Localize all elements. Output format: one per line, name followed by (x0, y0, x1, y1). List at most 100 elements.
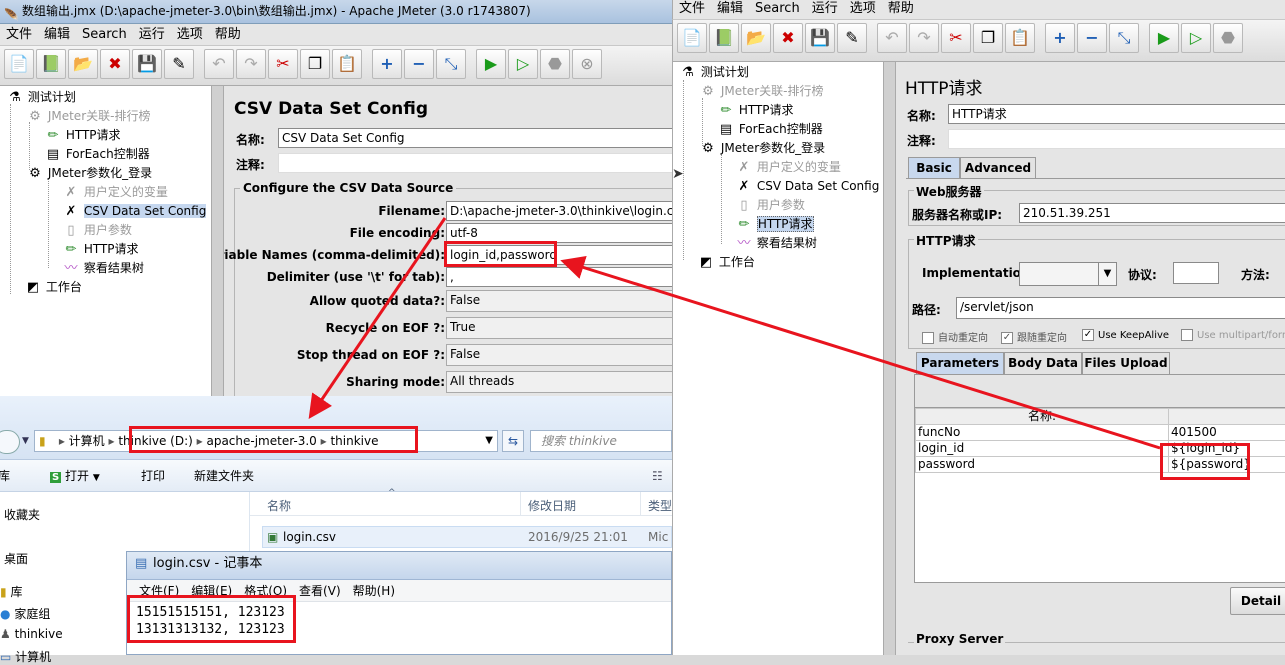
right-menu-options[interactable]: 选项 (844, 0, 882, 18)
tab-body-data[interactable]: Body Data (1004, 352, 1082, 374)
path-field[interactable]: /servlet/json (956, 297, 1285, 319)
shutdown-icon[interactable]: ⊗ (572, 49, 602, 79)
redirect-auto-checkbox[interactable]: 自动重定向 (922, 329, 988, 344)
menu-help[interactable]: 帮助 (209, 24, 247, 46)
nav-computer[interactable]: ▭ 计算机 (0, 648, 51, 665)
right-start-icon[interactable]: ▶ (1149, 23, 1179, 53)
right-menu-file[interactable]: 文件 (673, 0, 711, 18)
server-field[interactable]: 210.51.39.251 (1019, 203, 1285, 223)
protocol-field[interactable] (1173, 262, 1219, 284)
param-value[interactable]: 401500 (1169, 425, 1285, 441)
right-splitter[interactable] (884, 62, 896, 655)
comment-field[interactable] (278, 153, 672, 173)
tab-advanced[interactable]: Advanced (960, 157, 1036, 179)
http-name-field[interactable]: HTTP请求 (948, 104, 1285, 124)
right-undo-icon[interactable]: ↶ (877, 23, 907, 53)
templates-icon[interactable]: 📗 (36, 49, 66, 79)
impl-select[interactable]: ▼ (1019, 262, 1117, 286)
library-menu[interactable]: 库 (0, 460, 10, 492)
follow-redirect-checkbox[interactable]: ✓跟随重定向 (1001, 329, 1067, 344)
tree-node-thread-group-2[interactable]: ⚙ JMeter参数化_登录 (26, 164, 152, 182)
right-tree-node-http-request-1[interactable]: ✏ HTTP请求 (717, 101, 794, 119)
file-row[interactable]: ▣login.csv 2016/9/25 21:01 Mic (262, 526, 672, 548)
right-templates-icon[interactable]: 📗 (709, 23, 739, 53)
collapse-icon[interactable]: − (404, 49, 434, 79)
right-menu-run[interactable]: 运行 (806, 0, 844, 18)
right-open-icon[interactable]: 📂 (741, 23, 771, 53)
tab-basic[interactable]: Basic (908, 157, 960, 179)
tree-node-workbench[interactable]: ◩ 工作台 (24, 278, 82, 296)
menu-run[interactable]: 运行 (133, 24, 171, 46)
tree-node-thread-group-1[interactable]: ⚙ JMeter关联-排行榜 (26, 107, 150, 125)
menu-search[interactable]: Search (76, 24, 133, 46)
right-tree-node-http-request-2[interactable]: ✏ HTTP请求 (735, 215, 814, 233)
right-cut-icon[interactable]: ✂ (941, 23, 971, 53)
right-stop-icon[interactable]: ⬣ (1213, 23, 1243, 53)
new-folder-button[interactable]: 新建文件夹 (194, 460, 254, 492)
expand-icon[interactable]: + (372, 49, 402, 79)
right-tree-node-user-params[interactable]: ▯ 用户参数 (735, 196, 805, 214)
right-menu-search[interactable]: Search (749, 0, 806, 18)
table-row[interactable]: funcNo 401500 (916, 425, 1285, 441)
save-as-icon[interactable]: ✎ (164, 49, 194, 79)
save-icon[interactable]: 💾 (132, 49, 162, 79)
nav-desktop[interactable]: 桌面 (4, 550, 28, 567)
right-tree-node-thread-group-2[interactable]: ⚙ JMeter参数化_登录 (699, 139, 825, 157)
filename-field[interactable]: D:\apache-jmeter-3.0\thinkive\login.csv (446, 201, 672, 221)
right-collapse-icon[interactable]: − (1077, 23, 1107, 53)
tree-node-foreach[interactable]: ▤ ForEach控制器 (44, 145, 150, 163)
notepad-menu-help[interactable]: 帮助(H) (353, 584, 395, 598)
right-tree-node-result-tree[interactable]: 〰 察看结果树 (735, 234, 817, 252)
delimiter-field[interactable]: , (446, 267, 672, 287)
multipart-checkbox[interactable]: Use multipart/form (1181, 329, 1285, 341)
right-close-icon[interactable]: ✖ (773, 23, 803, 53)
column-name[interactable]: 名称 (267, 497, 291, 514)
tree-node-http-request-1[interactable]: ✏ HTTP请求 (44, 126, 121, 144)
toggle-icon[interactable]: ⤡ (436, 49, 466, 79)
right-new-icon[interactable]: 📄 (677, 23, 707, 53)
history-dropdown-icon[interactable]: ▼ (22, 436, 29, 446)
encoding-field[interactable]: utf-8 (446, 223, 672, 243)
notepad-menu-view[interactable]: 查看(V) (299, 584, 341, 598)
open-icon[interactable]: 📂 (68, 49, 98, 79)
redo-icon[interactable]: ↷ (236, 49, 266, 79)
detail-button[interactable]: Detail (1230, 587, 1285, 615)
start-no-pause-icon[interactable]: ▷ (508, 49, 538, 79)
right-paste-icon[interactable]: 📋 (1005, 23, 1035, 53)
param-name[interactable]: login_id (916, 441, 1169, 457)
sharing-select[interactable]: All threads (446, 371, 672, 393)
right-tree-node-thread-group-1[interactable]: ⚙ JMeter关联-排行榜 (699, 82, 823, 100)
right-save-as-icon[interactable]: ✎ (837, 23, 867, 53)
address-dropdown-icon[interactable]: ▼ (485, 431, 493, 451)
param-name[interactable]: password (916, 457, 1169, 473)
right-copy-icon[interactable]: ❐ (973, 23, 1003, 53)
right-save-icon[interactable]: 💾 (805, 23, 835, 53)
copy-icon[interactable]: ❐ (300, 49, 330, 79)
column-type[interactable]: 类型 (648, 497, 672, 514)
http-comment-field[interactable] (948, 129, 1285, 149)
tab-parameters[interactable]: Parameters (916, 352, 1004, 374)
tree-node-csv-config[interactable]: ✗ CSV Data Set Config (62, 202, 206, 220)
tree-node-http-request-2[interactable]: ✏ HTTP请求 (62, 240, 139, 258)
right-redo-icon[interactable]: ↷ (909, 23, 939, 53)
stop-thread-select[interactable]: False (446, 344, 672, 366)
right-start-no-pause-icon[interactable]: ▷ (1181, 23, 1211, 53)
close-icon[interactable]: ✖ (100, 49, 130, 79)
right-tree-node-foreach[interactable]: ▤ ForEach控制器 (717, 120, 823, 138)
left-splitter[interactable] (212, 86, 224, 396)
new-icon[interactable]: 📄 (4, 49, 34, 79)
right-tree-node-test-plan[interactable]: ⚗ 测试计划 (679, 63, 749, 81)
right-toggle-icon[interactable]: ⤡ (1109, 23, 1139, 53)
tree-node-user-params[interactable]: ▯ 用户参数 (62, 221, 132, 239)
search-input[interactable]: 搜索 thinkive (530, 430, 672, 452)
param-name[interactable]: funcNo (916, 425, 1169, 441)
nav-thinkive[interactable]: ♟ thinkive (0, 627, 63, 641)
nav-homegroup[interactable]: ● 家庭组 (0, 605, 50, 622)
view-icon[interactable]: ☷ (652, 460, 663, 492)
print-button[interactable]: 打印 (141, 460, 165, 492)
tree-node-result-tree[interactable]: 〰 察看结果树 (62, 259, 144, 277)
quoted-select[interactable]: False (446, 290, 672, 312)
stop-icon[interactable]: ⬣ (540, 49, 570, 79)
recycle-select[interactable]: True (446, 317, 672, 339)
nav-library[interactable]: ▮ 库 (0, 583, 22, 600)
